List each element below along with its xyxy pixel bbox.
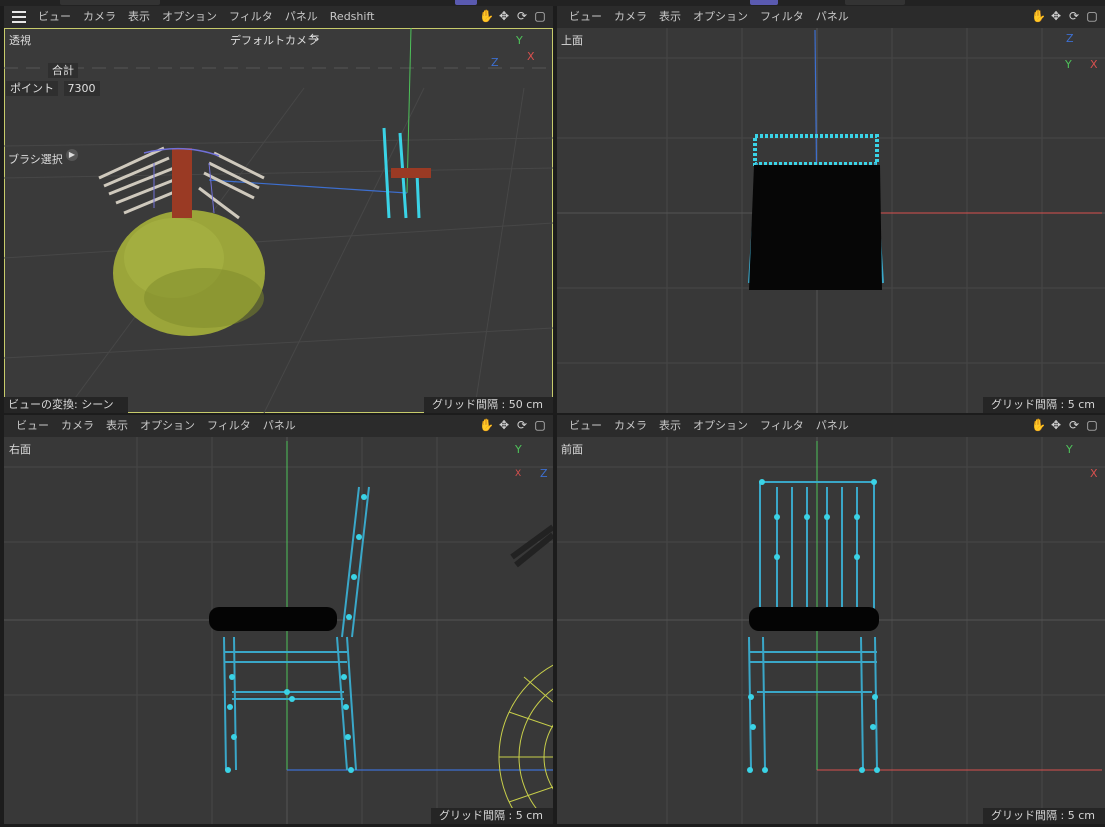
menu-options[interactable]: オプション [156,10,223,24]
right-scene [4,437,553,824]
grid-spacing-label: グリッド間隔 : 5 cm [431,808,553,824]
viewport-perspective[interactable]: ビュー カメラ 表示 オプション フィルタ パネル Redshift ✋ ✥ ⟳… [4,6,553,413]
move-icon[interactable]: ✥ [497,9,511,23]
chair-seat-black [749,607,879,631]
hand-icon[interactable]: ✋ [479,418,494,432]
wireframe-sphere [498,664,553,824]
gizmo-x-label: X [1090,467,1098,480]
viewport-name: 透視 [9,34,31,47]
grid-spacing-label: グリッド間隔 : 5 cm [983,397,1105,413]
viewport-name: 上面 [561,34,583,47]
gizmo-z-label: Z [491,56,499,69]
viewport-canvas[interactable]: Y Z X 透視 デフォルトカメラ ⇆ 合計 ポイント 7300 ブラシ選択 ▶… [4,28,553,413]
maximize-icon[interactable]: ▢ [533,9,547,23]
gizmo-x-label: X [527,50,535,63]
viewport-canvas[interactable]: 右面 Y Z X グリッド間隔 : 5 cm [4,437,553,824]
hud-points-value: 7300 [63,81,100,96]
gizmo-z-label: Z [1066,32,1074,45]
menu-filter[interactable]: フィルタ [201,419,257,433]
menu-camera[interactable]: カメラ [608,10,653,24]
menu-panel[interactable]: パネル [810,10,855,24]
maximize-icon[interactable]: ▢ [1085,9,1099,23]
viewport-canvas[interactable]: 前面 Y X グリッド間隔 : 5 cm [557,437,1105,824]
menu-camera[interactable]: カメラ [608,419,653,433]
menu-camera[interactable]: カメラ [77,10,122,24]
menu-filter[interactable]: フィルタ [754,419,810,433]
hand-icon[interactable]: ✋ [1031,9,1046,23]
menu-options[interactable]: オプション [687,10,754,24]
viewport-name: 右面 [9,443,31,456]
menu-display[interactable]: 表示 [653,10,687,24]
viewport-right[interactable]: ビュー カメラ 表示 オプション フィルタ パネル ✋ ✥ ⟳ ▢ 右面 Y Z… [4,415,553,824]
rotate-icon[interactable]: ⟳ [1067,418,1081,432]
camera-name[interactable]: デフォルトカメラ [230,32,318,48]
move-icon[interactable]: ✥ [497,418,511,432]
menu-display[interactable]: 表示 [653,419,687,433]
viewport-top[interactable]: ビュー カメラ 表示 オプション フィルタ パネル ✋ ✥ ⟳ ▢ 上面 Z Y… [557,6,1105,413]
chair-side-points [225,494,367,773]
viewport-menubar: ビュー カメラ 表示 オプション フィルタ パネル Redshift ✋ ✥ ⟳… [4,6,553,28]
viewport-name: 前面 [561,443,583,456]
gizmo-y-label: Y [1066,443,1073,456]
viewport-menubar: ビュー カメラ 表示 オプション フィルタ パネル ✋ ✥ ⟳ ▢ [557,415,1105,437]
play-icon[interactable]: ▶ [66,149,78,161]
menu-options[interactable]: オプション [687,419,754,433]
chair-seat-texture [172,148,192,218]
menu-view[interactable]: ビュー [563,419,608,433]
top-strip-tab[interactable] [750,0,778,5]
menu-filter[interactable]: フィルタ [754,10,810,24]
top-strip-tab[interactable] [60,0,160,5]
viewport-front[interactable]: ビュー カメラ 表示 オプション フィルタ パネル ✋ ✥ ⟳ ▢ 前面 Y X… [557,415,1105,824]
menu-redshift[interactable]: Redshift [324,10,381,24]
gizmo-y-label: Y [516,34,523,47]
menu-filter[interactable]: フィルタ [223,10,279,24]
viewport-canvas[interactable]: 上面 Z Y X グリッド間隔 : 5 cm [557,28,1105,413]
menu-display[interactable]: 表示 [100,419,134,433]
chair-small [382,127,431,219]
maximize-icon[interactable]: ▢ [533,418,547,432]
gizmo-z-label: Z [540,467,548,480]
viewport-menubar: ビュー カメラ 表示 オプション フィルタ パネル ✋ ✥ ⟳ ▢ [4,415,553,437]
small-object [510,524,553,568]
menu-display[interactable]: 表示 [122,10,156,24]
gizmo-y-label: Y [1065,58,1072,71]
gizmo-y-label: Y [515,443,522,456]
brush-select-label[interactable]: ブラシ選択 [8,151,63,167]
menu-panel[interactable]: パネル [810,419,855,433]
camera-switch-icon[interactable]: ⇆ [310,31,319,44]
menu-view[interactable]: ビュー [563,10,608,24]
top-scene [557,28,1105,413]
hand-icon[interactable]: ✋ [1031,418,1046,432]
menu-options[interactable]: オプション [134,419,201,433]
grid-spacing-label: グリッド間隔 : 5 cm [983,808,1105,824]
chair-seat-black [209,607,337,631]
menu-view[interactable]: ビュー [32,10,77,24]
hud-points-label: ポイント [6,81,58,96]
menu-panel[interactable]: パネル [257,419,302,433]
top-strip-tab[interactable] [845,0,905,5]
menu-panel[interactable]: パネル [279,10,324,24]
rotate-icon[interactable]: ⟳ [1067,9,1081,23]
gizmo-x-label: X [515,469,522,479]
gizmo-x-label: X [1090,58,1098,71]
move-icon[interactable]: ✥ [1049,9,1063,23]
rotate-icon[interactable]: ⟳ [515,9,529,23]
viewport-menubar: ビュー カメラ 表示 オプション フィルタ パネル ✋ ✥ ⟳ ▢ [557,6,1105,28]
grid-spacing-label: グリッド間隔 : 50 cm [424,397,553,413]
front-scene [557,437,1105,824]
view-transform-label: ビューの変換: シーン [4,397,128,413]
rotate-icon[interactable]: ⟳ [515,418,529,432]
menu-view[interactable]: ビュー [10,419,55,433]
hud-total-label: 合計 [48,63,78,78]
hamburger-menu-icon[interactable] [12,11,26,23]
hand-icon[interactable]: ✋ [479,9,494,23]
chair-seat-black [749,165,882,290]
menu-camera[interactable]: カメラ [55,419,100,433]
maximize-icon[interactable]: ▢ [1085,418,1099,432]
move-icon[interactable]: ✥ [1049,418,1063,432]
top-strip-tab[interactable] [455,0,477,5]
